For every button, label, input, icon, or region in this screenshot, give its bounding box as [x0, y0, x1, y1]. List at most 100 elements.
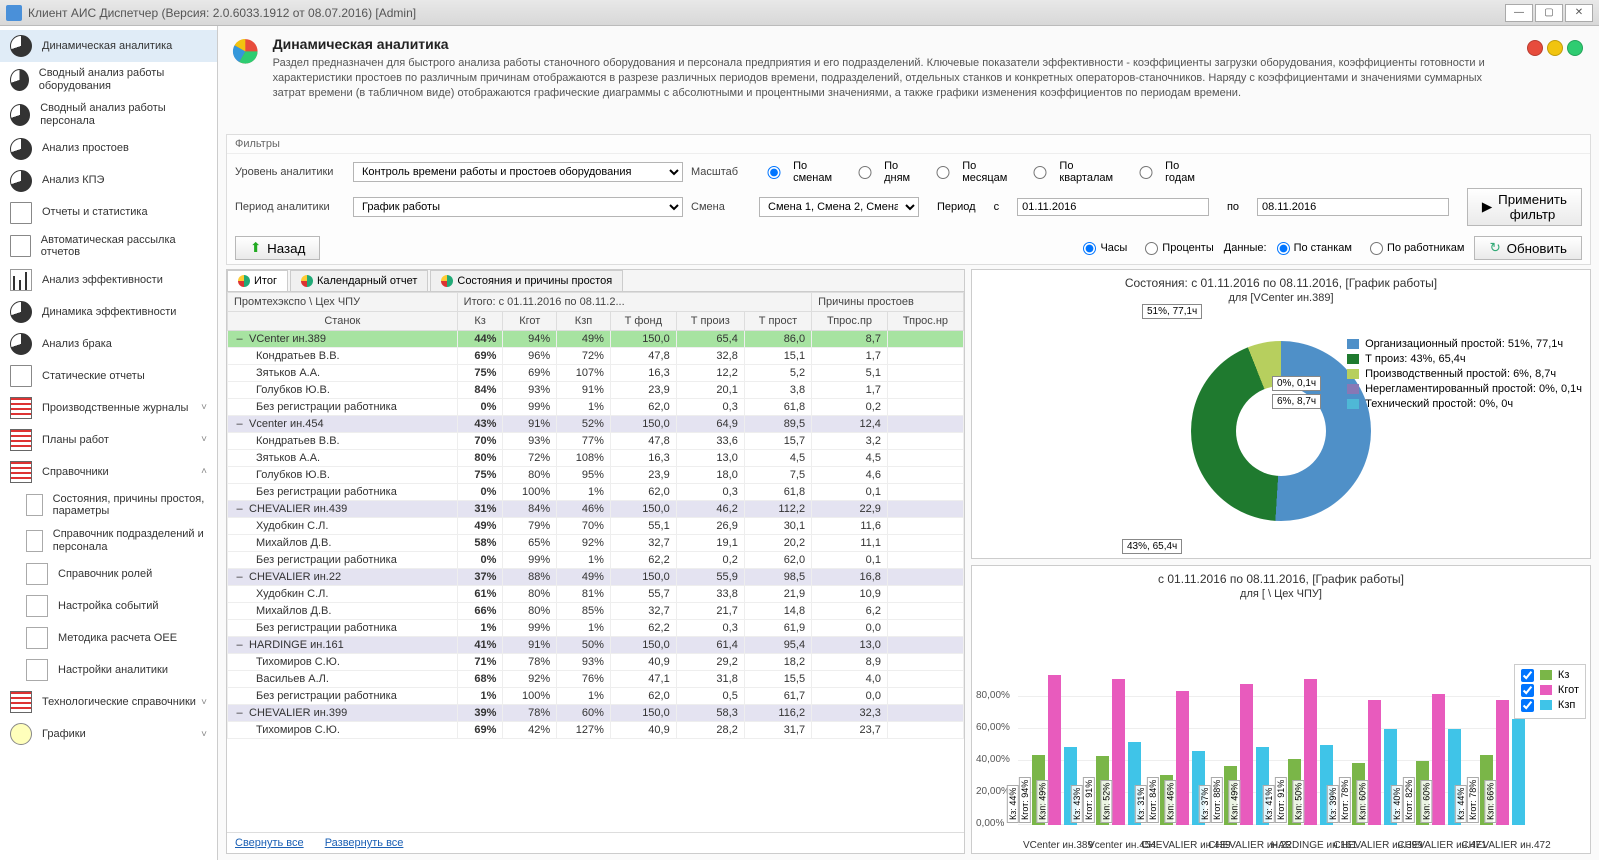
close-button[interactable]: ✕ — [1565, 4, 1593, 22]
group-row[interactable]: –CHEVALIER ин.39939%78%60%150,058,3116,2… — [228, 705, 964, 722]
legend-checkbox[interactable] — [1521, 669, 1534, 682]
table-row[interactable]: Без регистрации работника1%99%1%62,20,36… — [228, 620, 964, 637]
sidebar-item-18[interactable]: Методика расчета OEE — [0, 622, 217, 654]
expand-toggle-icon[interactable]: – — [234, 418, 245, 430]
table-row[interactable]: Зятьков А.А.75%69%107%16,312,25,25,1 — [228, 365, 964, 382]
sidebar-item-20[interactable]: Технологические справочники˅ — [0, 686, 217, 718]
units-option[interactable]: Проценты — [1145, 242, 1213, 255]
sidebar-item-11[interactable]: Производственные журналы˅ — [0, 392, 217, 424]
units-radio[interactable] — [1145, 242, 1158, 255]
sidebar-item-12[interactable]: Планы работ˅ — [0, 424, 217, 456]
table-row[interactable]: Без регистрации работника0%99%1%62,00,36… — [228, 399, 964, 416]
table-row[interactable]: Кондратьев В.В.69%96%72%47,832,815,11,7 — [228, 348, 964, 365]
table-row[interactable]: Голубков Ю.В.75%80%95%23,918,07,54,6 — [228, 467, 964, 484]
sidebar-item-8[interactable]: Динамика эффективности — [0, 296, 217, 328]
sidebar-item-16[interactable]: Справочник ролей — [0, 558, 217, 590]
table-row[interactable]: Без регистрации работника0%100%1%62,00,3… — [228, 484, 964, 501]
group-row[interactable]: –Vcenter ин.45443%91%52%150,064,989,512,… — [228, 416, 964, 433]
expand-toggle-icon[interactable]: – — [234, 707, 245, 719]
scale-radio[interactable] — [1025, 166, 1055, 179]
group-row[interactable]: –CHEVALIER ин.43931%84%46%150,046,2112,2… — [228, 501, 964, 518]
level-select[interactable]: Контроль времени работы и простоев обору… — [353, 162, 683, 182]
back-button[interactable]: ⬆Назад — [235, 236, 320, 260]
expand-toggle-icon[interactable]: – — [234, 639, 245, 651]
group-row[interactable]: –CHEVALIER ин.2237%88%49%150,055,998,516… — [228, 569, 964, 586]
group-row[interactable]: –HARDINGE ин.16141%91%50%150,061,495,413… — [228, 637, 964, 654]
data-radio[interactable] — [1370, 242, 1383, 255]
table-row[interactable]: Зятьков А.А.80%72%108%16,313,04,54,5 — [228, 450, 964, 467]
table-row[interactable]: Голубков Ю.В.84%93%91%23,920,13,81,7 — [228, 382, 964, 399]
scale-option[interactable]: По сменам — [759, 160, 832, 184]
sidebar-item-14[interactable]: Состояния, причины простоя, параметры — [0, 488, 217, 523]
data-radio[interactable] — [1277, 242, 1290, 255]
sidebar-item-2[interactable]: Сводный анализ работы персонала — [0, 97, 217, 132]
sidebar-item-7[interactable]: Анализ эффективности — [0, 264, 217, 296]
sidebar-item-5[interactable]: Отчеты и статистика — [0, 197, 217, 229]
col-header[interactable]: Т прост — [744, 312, 811, 331]
scale-radio[interactable] — [759, 166, 789, 179]
table-row[interactable]: Кондратьев В.В.70%93%77%47,833,615,73,2 — [228, 433, 964, 450]
tab-2[interactable]: Состояния и причины простоя — [430, 270, 623, 291]
table-row[interactable]: Васильев А.Л.68%92%76%47,131,815,54,0 — [228, 671, 964, 688]
scale-option[interactable]: По годам — [1131, 160, 1195, 184]
sidebar-item-0[interactable]: Динамическая аналитика — [0, 30, 217, 62]
expand-toggle-icon[interactable]: – — [234, 333, 245, 345]
tab-1[interactable]: Календарный отчет — [290, 270, 428, 291]
legend-checkbox[interactable] — [1521, 699, 1534, 712]
sidebar-item-1[interactable]: Сводный анализ работы оборудования — [0, 62, 217, 97]
bars-icon — [10, 269, 32, 291]
apply-filter-button[interactable]: ▶Применить фильтр — [1467, 188, 1582, 226]
maximize-button[interactable]: ▢ — [1535, 4, 1563, 22]
scale-radio[interactable] — [1131, 166, 1161, 179]
group-row[interactable]: –VCenter ин.38944%94%49%150,065,486,08,7 — [228, 331, 964, 348]
scale-radio[interactable] — [928, 166, 958, 179]
sidebar-item-21[interactable]: Графики˅ — [0, 718, 217, 750]
sidebar-item-15[interactable]: Справочник подразделений и персонала — [0, 523, 217, 558]
refresh-button[interactable]: ↻Обновить — [1474, 236, 1582, 260]
table-row[interactable]: Тихомиров С.Ю.69%42%127%40,928,231,723,7 — [228, 722, 964, 739]
table-row[interactable]: Михайлов Д.В.66%80%85%32,721,714,86,2 — [228, 603, 964, 620]
table-row[interactable]: Без регистрации работника1%100%1%62,00,5… — [228, 688, 964, 705]
date-from-input[interactable] — [1017, 198, 1209, 216]
units-radio[interactable] — [1083, 242, 1096, 255]
sidebar-item-4[interactable]: Анализ КПЭ — [0, 165, 217, 197]
data-option[interactable]: По работникам — [1370, 242, 1464, 255]
col-header[interactable]: Кз — [457, 312, 503, 331]
table-row[interactable]: Михайлов Д.В.58%65%92%32,719,120,211,1 — [228, 535, 964, 552]
table-row[interactable]: Худобкин С.Л.49%79%70%55,126,930,111,6 — [228, 518, 964, 535]
collapse-all-link[interactable]: Свернуть все — [235, 837, 304, 849]
shift-select[interactable]: Смена 1, Смена 2, Смена 3 — [759, 197, 919, 217]
table-row[interactable]: Тихомиров С.Ю.71%78%93%40,929,218,28,9 — [228, 654, 964, 671]
scale-option[interactable]: По кварталам — [1025, 160, 1113, 184]
col-header[interactable]: Т произ — [676, 312, 744, 331]
expand-all-link[interactable]: Развернуть все — [325, 837, 404, 849]
data-option[interactable]: По станкам — [1277, 242, 1352, 255]
expand-toggle-icon[interactable]: – — [234, 571, 245, 583]
units-option[interactable]: Часы — [1083, 242, 1127, 255]
grid-scroll[interactable]: Промтехэкспо \ Цех ЧПУ Итого: с 01.11.20… — [227, 292, 964, 832]
sidebar-item-19[interactable]: Настройки аналитики — [0, 654, 217, 686]
date-to-input[interactable] — [1257, 198, 1449, 216]
sidebar-item-17[interactable]: Настройка событий — [0, 590, 217, 622]
col-header[interactable]: Тпрос.нр — [887, 312, 963, 331]
sidebar-item-13[interactable]: Справочники˄ — [0, 456, 217, 488]
sidebar-item-6[interactable]: Автоматическая рассылка отчетов — [0, 229, 217, 264]
col-header[interactable]: Т фонд — [610, 312, 676, 331]
sidebar-item-10[interactable]: Статические отчеты — [0, 360, 217, 392]
scale-radio[interactable] — [850, 166, 880, 179]
tab-0[interactable]: Итог — [227, 270, 288, 291]
scale-option[interactable]: По месяцам — [928, 160, 1007, 184]
col-header[interactable]: Станок — [228, 312, 458, 331]
col-header[interactable]: Тпрос.пр — [812, 312, 888, 331]
table-row[interactable]: Без регистрации работника0%99%1%62,20,26… — [228, 552, 964, 569]
sidebar-item-3[interactable]: Анализ простоев — [0, 133, 217, 165]
table-row[interactable]: Худобкин С.Л.61%80%81%55,733,821,910,9 — [228, 586, 964, 603]
minimize-button[interactable]: — — [1505, 4, 1533, 22]
scale-option[interactable]: По дням — [850, 160, 910, 184]
sidebar-item-9[interactable]: Анализ брака — [0, 328, 217, 360]
col-header[interactable]: Кзп — [557, 312, 611, 331]
col-header[interactable]: Кгот — [503, 312, 557, 331]
expand-toggle-icon[interactable]: – — [234, 503, 245, 515]
legend-checkbox[interactable] — [1521, 684, 1534, 697]
period-select[interactable]: График работы — [353, 197, 683, 217]
